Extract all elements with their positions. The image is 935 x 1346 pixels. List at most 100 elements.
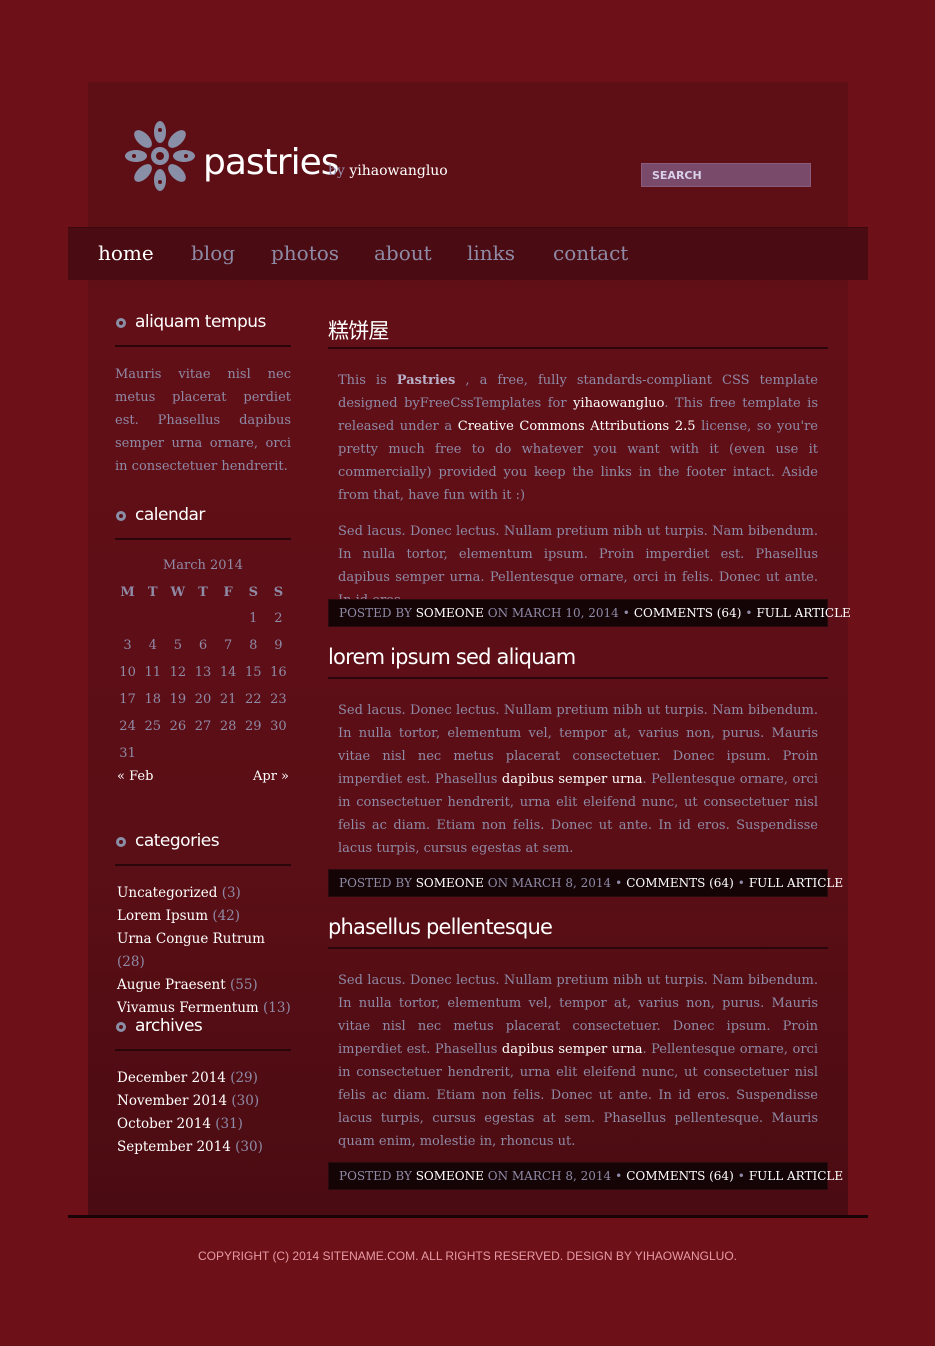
post-meta: POSTED BY SOMEONE ON MARCH 8, 2014 • COMME… <box>328 869 843 897</box>
post-paragraph: This is Pastries , a free, fully standar… <box>338 373 818 503</box>
calendar-day <box>241 740 266 767</box>
calendar-day[interactable]: 11 <box>140 659 165 686</box>
calendar-day <box>140 740 165 767</box>
calendar-weekday: W <box>170 584 186 600</box>
post-full-article-link[interactable]: FULL ARTICLE <box>756 606 850 620</box>
calendar-day[interactable]: 15 <box>241 659 266 686</box>
calendar-day <box>266 740 291 767</box>
footer-copyright: COPYRIGHT (C) 2014 SITENAME.COM. ALL RIG… <box>197 1249 737 1263</box>
calendar-day <box>216 740 241 767</box>
calendar-day[interactable]: 24 <box>115 713 140 740</box>
calendar-day[interactable]: 18 <box>140 686 165 713</box>
category-item[interactable]: Urna Congue Rutrum (28) <box>115 928 291 974</box>
site-byline: by yihaowangluo <box>328 163 448 179</box>
calendar-day <box>140 605 165 632</box>
main-nav: home blog photos about links contact <box>68 227 868 280</box>
calendar-day[interactable]: 17 <box>115 686 140 713</box>
nav-item-blog[interactable]: blog <box>191 241 235 265</box>
calendar-day <box>165 605 190 632</box>
post-meta: POSTED BY SOMEONE ON MARCH 10, 2014 • COMM… <box>328 599 851 627</box>
calendar-day[interactable]: 10 <box>115 659 140 686</box>
post-author-link[interactable]: SOMEONE <box>416 606 484 620</box>
calendar-week: 3456789 <box>115 632 291 659</box>
calendar-day[interactable]: 27 <box>190 713 215 740</box>
post-comments-link[interactable]: COMMENTS (64) <box>626 876 734 890</box>
post-title[interactable]: phasellus pellentesque <box>328 913 828 949</box>
calendar-day <box>165 740 190 767</box>
calendar-day[interactable]: 1 <box>241 605 266 632</box>
sidebar-calendar: calendar March 2014 MTWTFSS 1 2 3 4 5 6 7 8 9 10 1… <box>115 505 291 789</box>
calendar-next-link[interactable]: Apr » <box>253 769 289 784</box>
post: lorem ipsum sed aliquam Sed lacus. Donec… <box>328 643 828 860</box>
search-input[interactable]: SEARCH <box>641 163 811 187</box>
calendar-day[interactable]: 2 <box>266 605 291 632</box>
calendar-day[interactable]: 22 <box>241 686 266 713</box>
calendar-day[interactable]: 30 <box>266 713 291 740</box>
post-author-link[interactable]: SOMEONE <box>416 1169 484 1183</box>
post-author-link[interactable]: SOMEONE <box>416 876 484 890</box>
calendar-day <box>115 605 140 632</box>
calendar-weekday: T <box>198 584 208 600</box>
calendar-day[interactable]: 23 <box>266 686 291 713</box>
calendar-day[interactable]: 4 <box>140 632 165 659</box>
calendar-day[interactable]: 13 <box>190 659 215 686</box>
calendar-day[interactable]: 5 <box>165 632 190 659</box>
post-full-article-link[interactable]: FULL ARTICLE <box>749 876 843 890</box>
calendar-day <box>190 740 215 767</box>
nav-item-photos[interactable]: photos <box>271 241 339 265</box>
sidebar-about: aliquam tempus Mauris vitae nisl nec met… <box>115 312 291 478</box>
post-comments-link[interactable]: COMMENTS (64) <box>626 1169 734 1183</box>
category-item[interactable]: Augue Praesent (55) <box>115 974 291 997</box>
post-title[interactable]: lorem ipsum sed aliquam <box>328 643 828 679</box>
post-comments-link[interactable]: COMMENTS (64) <box>634 606 742 620</box>
calendar-day[interactable]: 26 <box>165 713 190 740</box>
post: 糕饼屋 This is Pastries , a free, fully sta… <box>328 313 828 612</box>
post-full-article-link[interactable]: FULL ARTICLE <box>749 1169 843 1183</box>
calendar-day <box>190 605 215 632</box>
calendar-day[interactable]: 20 <box>190 686 215 713</box>
calendar-day[interactable]: 28 <box>216 713 241 740</box>
archive-item[interactable]: December 2014 (29) <box>115 1067 291 1090</box>
calendar-weekday: M <box>120 584 135 600</box>
sidebar-heading: calendar <box>115 505 291 540</box>
calendar-day[interactable]: 3 <box>115 632 140 659</box>
category-item[interactable]: Uncategorized (3) <box>115 882 291 905</box>
sidebar-archives: archives December 2014 (29) November 201… <box>115 1016 291 1159</box>
flower-logo-icon <box>125 121 195 191</box>
nav-item-contact[interactable]: contact <box>553 241 628 265</box>
archive-item[interactable]: November 2014 (30) <box>115 1090 291 1113</box>
calendar-week: 17 18 19 20 21 22 23 <box>115 686 291 713</box>
footer-divider <box>68 1215 868 1218</box>
calendar-week: 12 <box>115 605 291 632</box>
calendar-day[interactable]: 12 <box>165 659 190 686</box>
calendar-day[interactable]: 7 <box>216 632 241 659</box>
archive-item[interactable]: October 2014 (31) <box>115 1113 291 1136</box>
post-title[interactable]: 糕饼屋 <box>328 313 828 349</box>
gear-bullet-icon <box>116 511 126 521</box>
calendar-day[interactable]: 8 <box>241 632 266 659</box>
calendar-day[interactable]: 9 <box>266 632 291 659</box>
post-paragraph: Sed lacus. Donec lectus. Nullam pretium … <box>338 703 818 856</box>
nav-item-links[interactable]: links <box>467 241 515 265</box>
calendar-nav: « Feb Apr » <box>115 769 291 789</box>
calendar-day[interactable]: 29 <box>241 713 266 740</box>
site-title[interactable]: pastries <box>203 142 339 183</box>
calendar-weekday: S <box>248 584 258 600</box>
calendar-day[interactable]: 19 <box>165 686 190 713</box>
calendar-day[interactable]: 21 <box>216 686 241 713</box>
calendar-day[interactable]: 25 <box>140 713 165 740</box>
calendar-week: 10 11 12 13 14 15 16 <box>115 659 291 686</box>
sidebar-heading: aliquam tempus <box>115 312 291 347</box>
archive-item[interactable]: September 2014 (30) <box>115 1136 291 1159</box>
category-item[interactable]: Lorem Ipsum (42) <box>115 905 291 928</box>
calendar-day[interactable]: 31 <box>115 740 140 767</box>
post-paragraph: Sed lacus. Donec lectus. Nullam pretium … <box>338 973 818 1149</box>
nav-item-home[interactable]: home <box>98 241 154 265</box>
sidebar-about-text: Mauris vitae nisl nec metus placerat per… <box>115 367 291 474</box>
calendar-prev-link[interactable]: « Feb <box>117 769 153 784</box>
header <box>88 82 848 227</box>
calendar-day[interactable]: 16 <box>266 659 291 686</box>
calendar-day[interactable]: 6 <box>190 632 215 659</box>
calendar-day[interactable]: 14 <box>216 659 241 686</box>
nav-item-about[interactable]: about <box>374 241 432 265</box>
